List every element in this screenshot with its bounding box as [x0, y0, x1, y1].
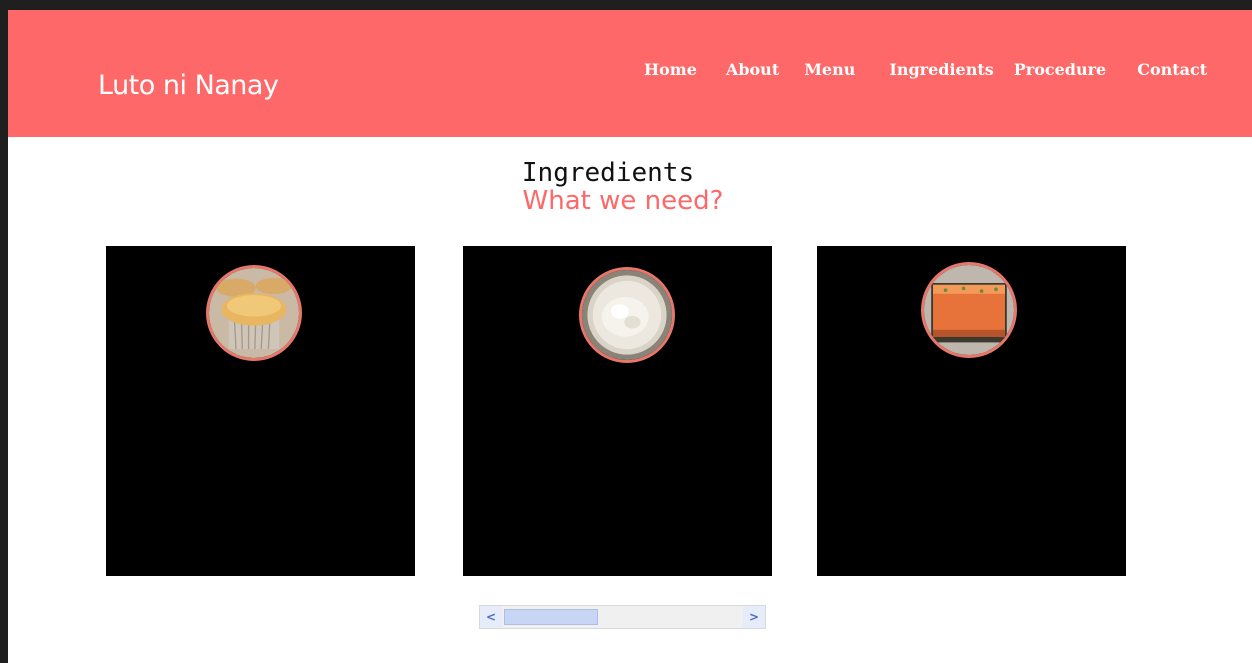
muffin-image: [206, 265, 302, 361]
nav-link-procedure[interactable]: Procedure: [1014, 60, 1106, 79]
orange-cake-image: [921, 262, 1017, 358]
ingredient-card[interactable]: [463, 246, 772, 576]
nav-link-menu[interactable]: Menu: [804, 60, 855, 79]
nav-link-home[interactable]: Home: [644, 60, 697, 79]
nav-links: Home About Menu Ingredients Procedure Co…: [644, 60, 1207, 79]
rice-bowl-image: [579, 267, 675, 363]
site-brand[interactable]: Luto ni Nanay: [98, 70, 279, 101]
section-title: Ingredients: [521, 158, 695, 188]
scroll-right-button[interactable]: >: [743, 606, 765, 628]
nav-link-ingredients[interactable]: Ingredients: [889, 60, 993, 79]
navbar: Luto ni Nanay Home About Menu Ingredient…: [8, 10, 1252, 137]
nav-link-about[interactable]: About: [726, 60, 779, 79]
nav-link-contact[interactable]: Contact: [1137, 60, 1207, 79]
scroll-track[interactable]: [502, 606, 743, 628]
section-subtitle: What we need?: [522, 186, 724, 216]
ingredient-card[interactable]: [817, 246, 1126, 576]
ingredient-card[interactable]: [106, 246, 415, 576]
horizontal-scrollbar[interactable]: < >: [479, 605, 766, 629]
scroll-thumb[interactable]: [504, 609, 598, 625]
scroll-left-button[interactable]: <: [480, 606, 502, 628]
browser-window: Luto ni Nanay Home About Menu Ingredient…: [8, 10, 1252, 663]
